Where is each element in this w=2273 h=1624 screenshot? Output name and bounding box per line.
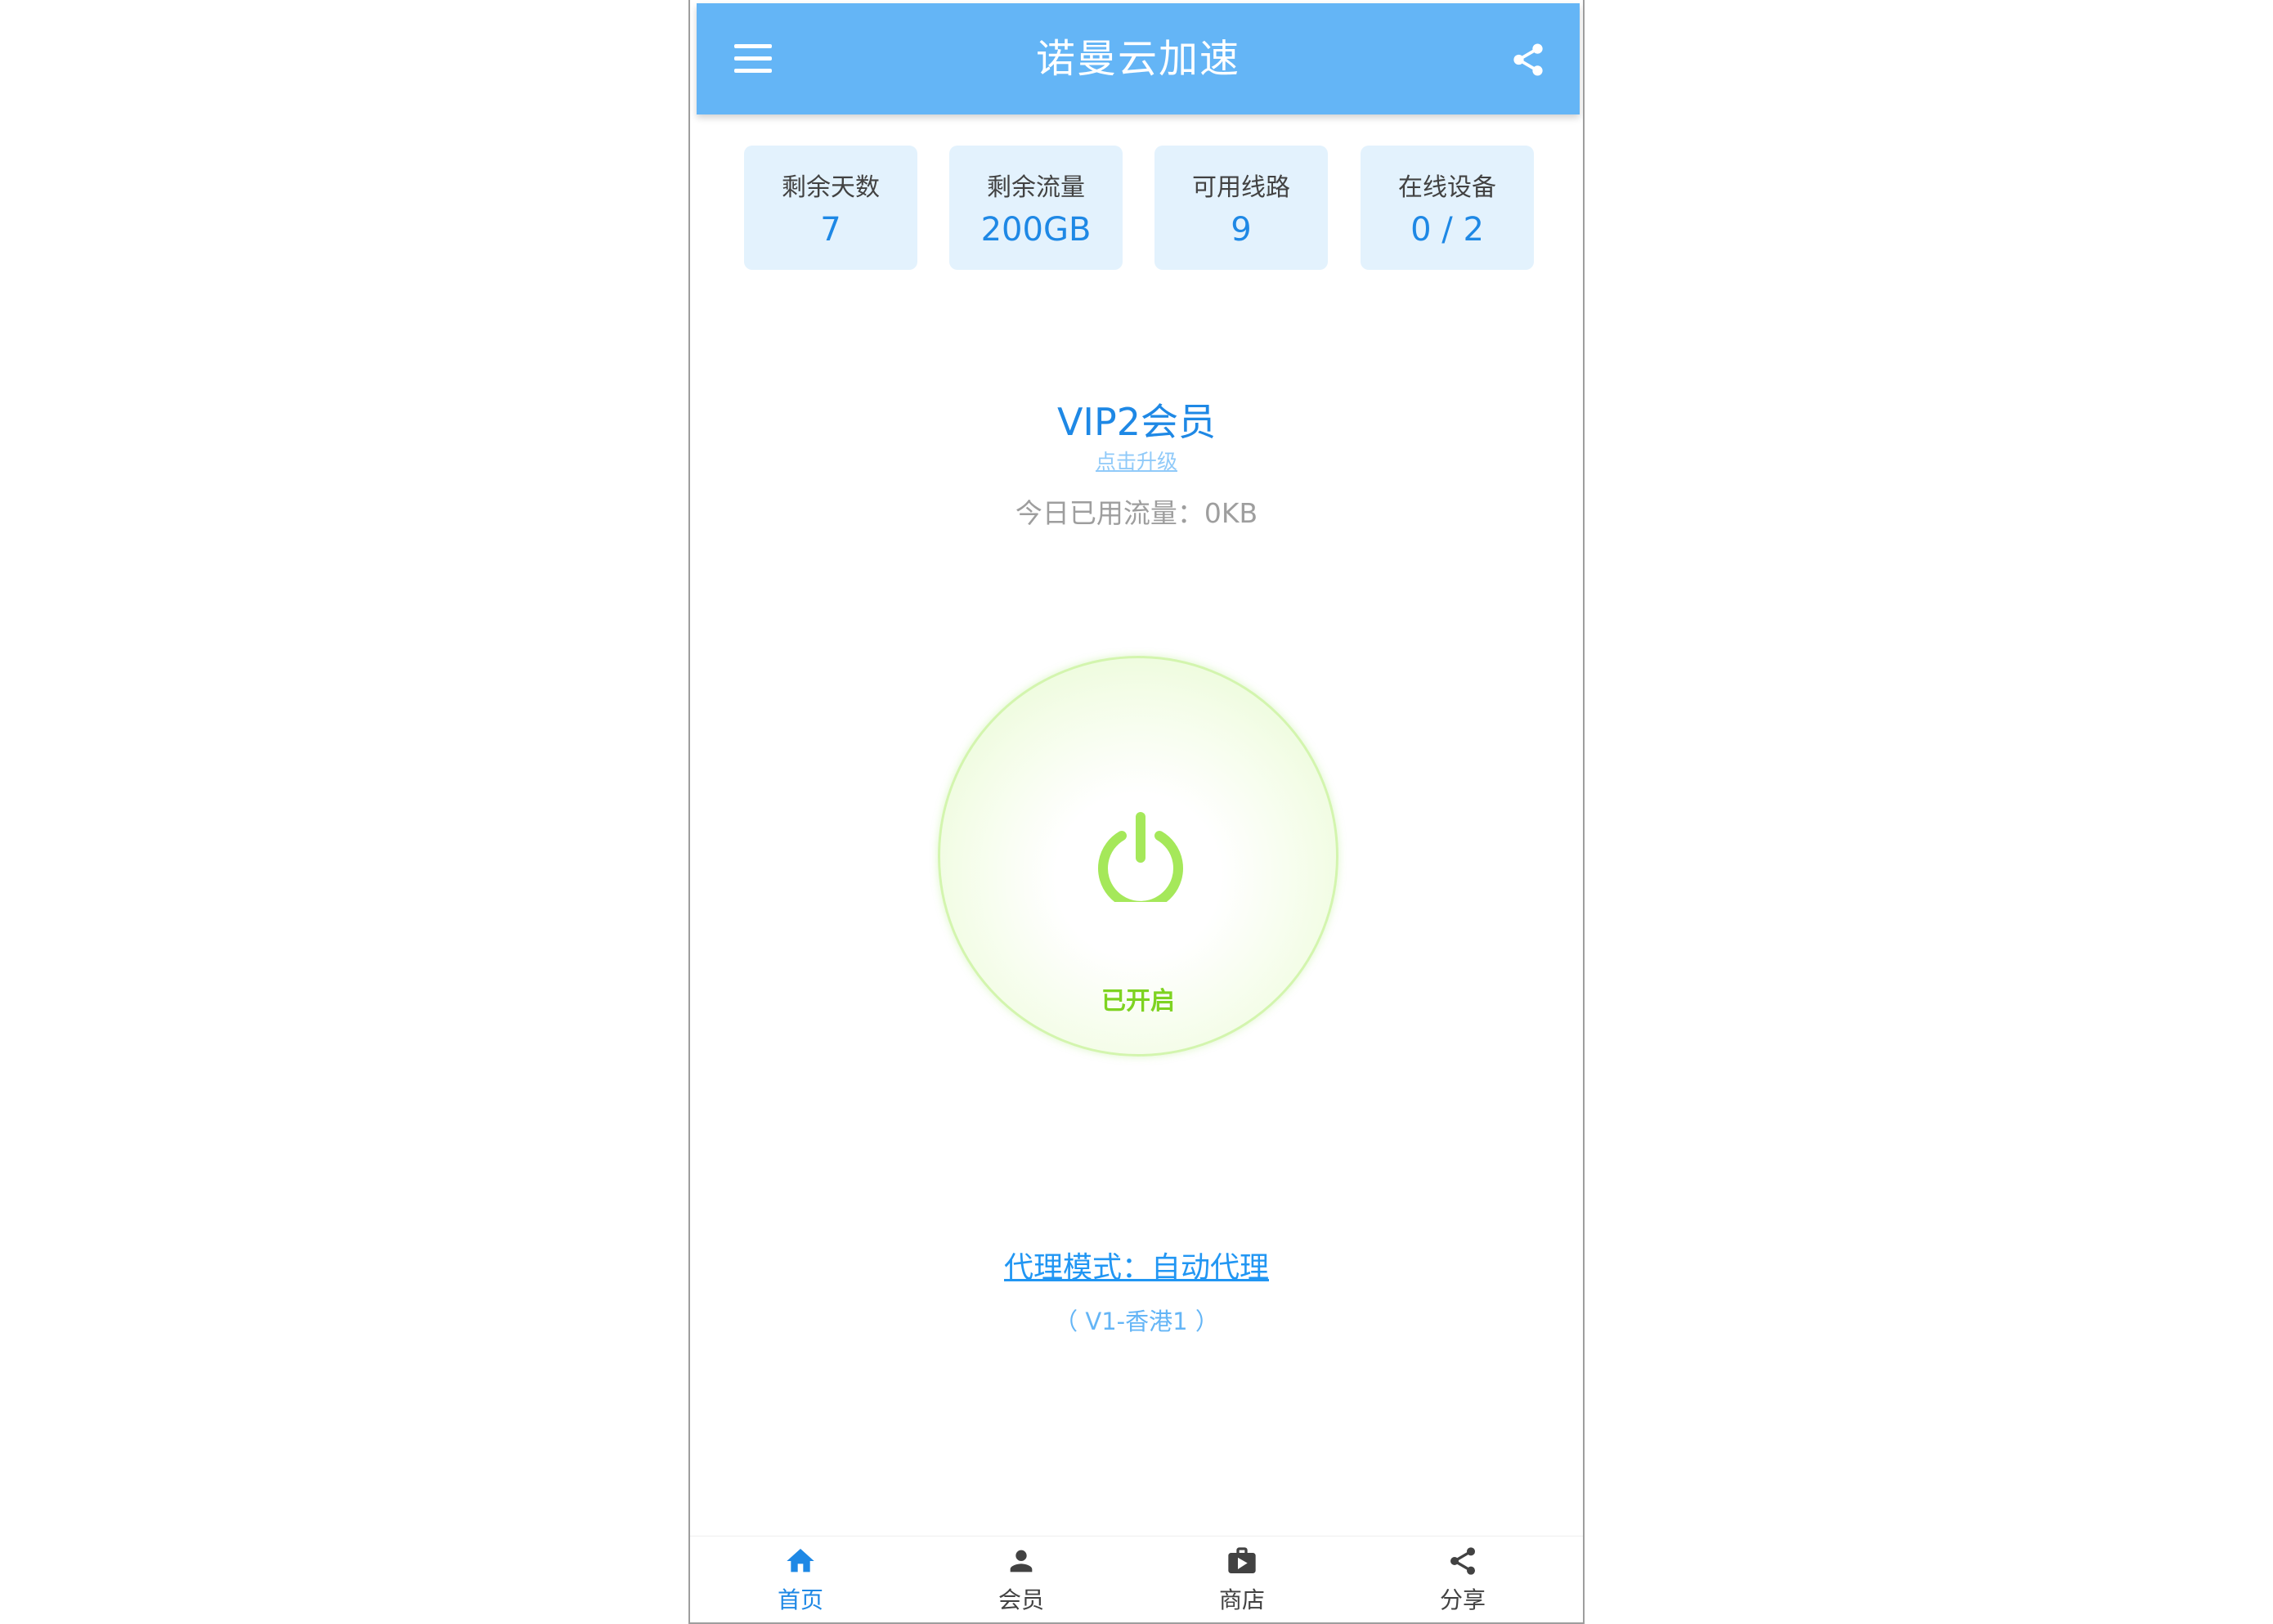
store-icon xyxy=(1228,1547,1256,1573)
stat-label: 剩余流量 xyxy=(987,173,1085,202)
membership-info: VIP2会员 点击升级 今日已用流量：0KB xyxy=(690,397,1583,532)
stat-card-days: 剩余天数 7 xyxy=(744,146,917,270)
upgrade-link[interactable]: 点击升级 xyxy=(1096,448,1177,476)
stat-value: 0 / 2 xyxy=(1410,211,1484,249)
stat-card-traffic: 剩余流量 200GB xyxy=(949,146,1123,270)
app-screen: 诺曼云加速 剩余天数 7 剩余流量 200GB 可用线路 9 在线设备 0 / … xyxy=(688,0,1585,1624)
stat-value: 9 xyxy=(1231,211,1252,249)
person-icon xyxy=(1010,1550,1033,1572)
stat-value: 7 xyxy=(820,211,841,249)
app-title: 诺曼云加速 xyxy=(1035,36,1240,82)
nav-item-member[interactable]: 会员 xyxy=(911,1537,1132,1622)
nav-label: 商店 xyxy=(1218,1586,1265,1613)
nav-label: 会员 xyxy=(998,1586,1044,1613)
stat-label: 在线设备 xyxy=(1398,173,1496,202)
today-usage: 今日已用流量：0KB xyxy=(1015,497,1258,529)
stat-label: 剩余天数 xyxy=(782,173,880,202)
power-button[interactable]: 已开启 xyxy=(938,656,1338,1056)
nav-label: 分享 xyxy=(1439,1586,1486,1613)
home-icon xyxy=(787,1549,814,1572)
stat-label: 可用线路 xyxy=(1192,173,1290,202)
nav-label: 首页 xyxy=(777,1586,823,1613)
nav-item-home[interactable]: 首页 xyxy=(690,1537,911,1622)
share-icon xyxy=(1450,1547,1475,1575)
bottom-nav: 首页 会员 商店 分享 xyxy=(690,1536,1583,1622)
power-icon xyxy=(1098,812,1183,902)
stat-card-lines: 可用线路 9 xyxy=(1154,146,1328,270)
power-state: 已开启 xyxy=(1101,987,1175,1016)
proxy-mode-link[interactable]: 代理模式：自动代理 xyxy=(1004,1248,1269,1289)
stats-row: 剩余天数 7 剩余流量 200GB 可用线路 9 在线设备 0 / 2 xyxy=(744,146,1534,270)
stat-value: 200GB xyxy=(980,211,1092,249)
nav-item-share[interactable]: 分享 xyxy=(1352,1537,1573,1622)
app-header: 诺曼云加速 xyxy=(697,3,1580,114)
stat-card-devices: 在线设备 0 / 2 xyxy=(1361,146,1534,270)
member-level: VIP2会员 xyxy=(1056,400,1217,444)
proxy-mode-section: 代理模式：自动代理 （ V1-香港1 ） xyxy=(690,1248,1583,1338)
share-icon[interactable] xyxy=(1509,39,1547,80)
current-node: （ V1-香港1 ） xyxy=(1054,1308,1219,1335)
nav-item-store[interactable]: 商店 xyxy=(1132,1537,1352,1622)
